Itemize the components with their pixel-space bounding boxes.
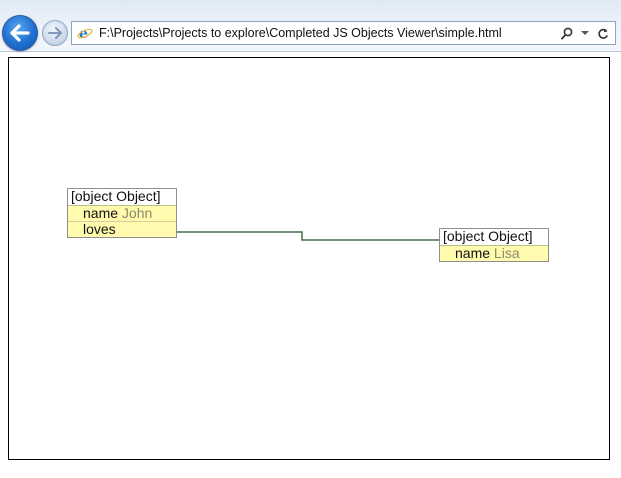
- back-arrow-icon: [10, 24, 30, 42]
- object-box-lisa[interactable]: [object Object] name Lisa: [439, 228, 549, 262]
- address-bar[interactable]: e F:\Projects\Projects to explore\Comple…: [71, 21, 616, 45]
- browser-toolbar: e F:\Projects\Projects to explore\Comple…: [0, 0, 621, 52]
- object-box-john[interactable]: [object Object] name John loves: [67, 188, 177, 238]
- property-value: Lisa: [493, 245, 520, 261]
- forward-button[interactable]: [42, 20, 68, 46]
- forward-arrow-icon: [48, 27, 62, 39]
- object-header: [object Object]: [68, 189, 176, 206]
- property-row-name: name John: [68, 206, 176, 222]
- property-value: John: [121, 205, 153, 221]
- property-key: name: [83, 205, 119, 221]
- address-text[interactable]: F:\Projects\Projects to explore\Complete…: [99, 26, 561, 40]
- search-icon[interactable]: [561, 26, 573, 40]
- ie-page-icon: e: [77, 25, 93, 41]
- object-header: [object Object]: [440, 229, 548, 246]
- dropdown-icon[interactable]: [579, 26, 591, 40]
- property-key: name: [455, 245, 491, 261]
- property-row-loves: loves: [68, 222, 176, 237]
- property-row-name: name Lisa: [440, 246, 548, 261]
- back-button[interactable]: [2, 15, 38, 51]
- property-key: loves: [83, 221, 116, 237]
- refresh-icon[interactable]: [597, 26, 609, 40]
